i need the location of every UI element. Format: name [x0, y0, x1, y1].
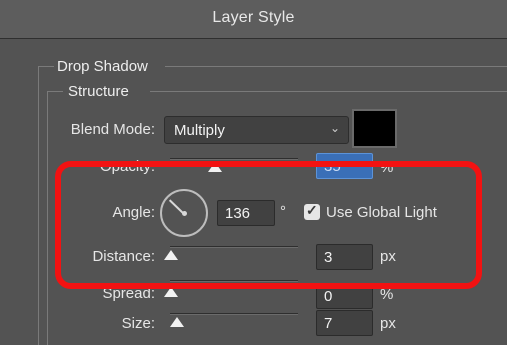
group-border: [38, 66, 54, 67]
size-slider-thumb[interactable]: [170, 317, 184, 327]
annotation-highlight-box: [55, 161, 482, 289]
size-label: Size:: [121, 315, 155, 332]
size-unit: px: [380, 315, 396, 332]
group-border: [38, 66, 39, 345]
drop-shadow-legend: Drop Shadow: [55, 58, 150, 75]
subgroup-border: [150, 91, 507, 92]
dialog-title: Layer Style: [212, 9, 295, 26]
opacity-slider-track[interactable]: [170, 158, 298, 160]
shadow-color-swatch[interactable]: [352, 109, 397, 148]
size-value: 7: [324, 315, 333, 332]
blend-mode-label: Blend Mode:: [70, 121, 155, 138]
size-field[interactable]: 7: [316, 310, 373, 336]
spread-value: 0: [324, 288, 333, 305]
group-border: [165, 66, 507, 67]
subgroup-border: [47, 91, 63, 92]
structure-legend: Structure: [66, 83, 131, 100]
blend-mode-select[interactable]: Multiply ⌄: [164, 116, 349, 144]
size-slider-track[interactable]: [170, 313, 298, 315]
title-bar[interactable]: Layer Style: [0, 0, 507, 39]
blend-mode-value: Multiply: [174, 122, 225, 139]
chevron-down-icon: ⌄: [329, 121, 340, 135]
layer-style-dialog: Layer Style Drop Shadow Structure Blend …: [0, 0, 507, 345]
